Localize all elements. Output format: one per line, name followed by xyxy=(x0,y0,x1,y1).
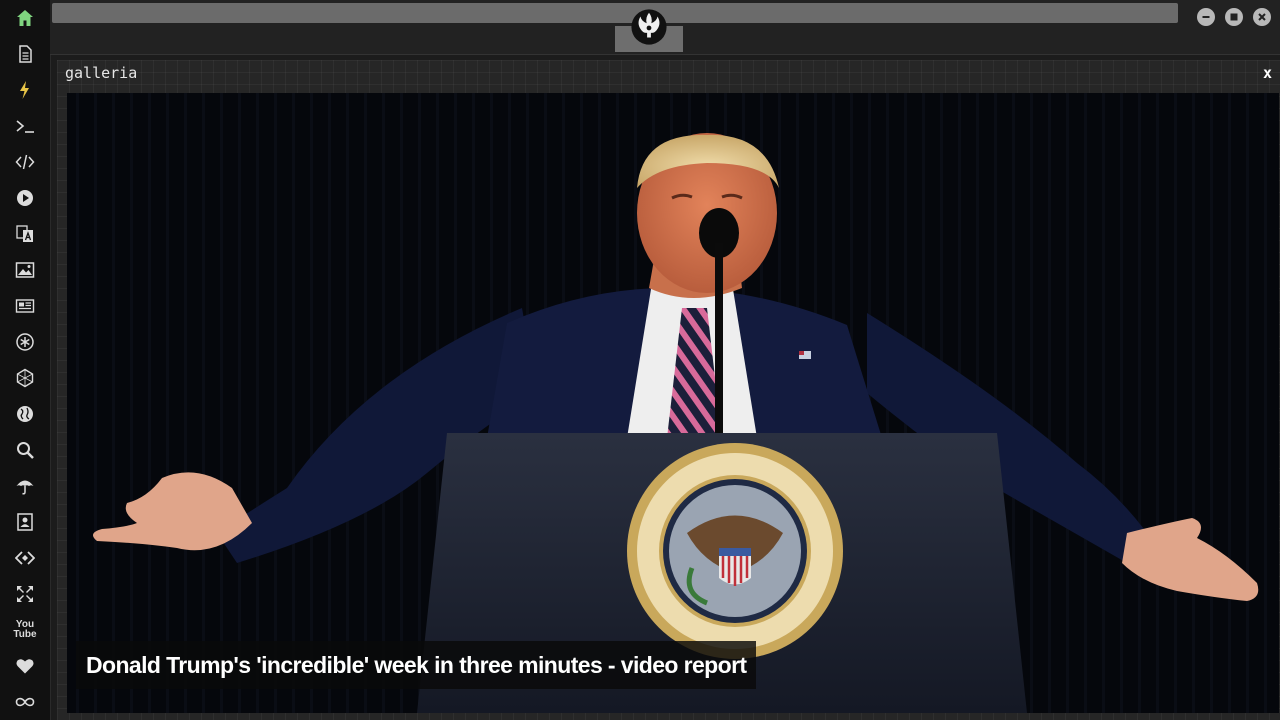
close-icon[interactable] xyxy=(1253,8,1271,26)
youtube-icon[interactable]: You Tube xyxy=(10,615,40,645)
presidential-seal xyxy=(627,443,843,659)
lightning-icon[interactable] xyxy=(10,75,40,105)
asterisk-icon[interactable] xyxy=(10,327,40,357)
translate-icon[interactable] xyxy=(10,219,40,249)
home-icon[interactable] xyxy=(10,3,40,33)
maximize-icon[interactable] xyxy=(1225,8,1243,26)
minimize-icon[interactable] xyxy=(1197,8,1215,26)
infinity-icon[interactable] xyxy=(10,687,40,717)
address-bar[interactable] xyxy=(52,3,1178,23)
newspaper-icon[interactable] xyxy=(10,291,40,321)
code-diamond-icon[interactable] xyxy=(10,543,40,573)
panel-close-button[interactable]: x xyxy=(1263,64,1272,82)
search-icon[interactable] xyxy=(10,435,40,465)
gallery-photo xyxy=(67,93,1279,713)
code-icon[interactable] xyxy=(10,147,40,177)
contact-card-icon[interactable] xyxy=(10,507,40,537)
terminal-icon[interactable] xyxy=(10,111,40,141)
rebel-alliance-icon xyxy=(630,8,668,46)
image-icon[interactable] xyxy=(10,255,40,285)
expand-icon[interactable] xyxy=(10,579,40,609)
play-icon[interactable] xyxy=(10,183,40,213)
hexagon-icon[interactable] xyxy=(10,363,40,393)
document-icon[interactable] xyxy=(10,39,40,69)
galleria-panel: galleria x Donald Trump's 'incredible' w… xyxy=(57,60,1280,720)
umbrella-icon[interactable] xyxy=(10,471,40,501)
panel-title: galleria xyxy=(65,64,138,82)
top-bar xyxy=(50,0,1280,55)
sidebar: You Tube xyxy=(0,0,51,720)
heart-icon[interactable] xyxy=(10,651,40,681)
image-caption: Donald Trump's 'incredible' week in thre… xyxy=(76,641,757,689)
globe-icon[interactable] xyxy=(10,399,40,429)
gallery-viewer[interactable]: Donald Trump's 'incredible' week in thre… xyxy=(67,93,1279,713)
